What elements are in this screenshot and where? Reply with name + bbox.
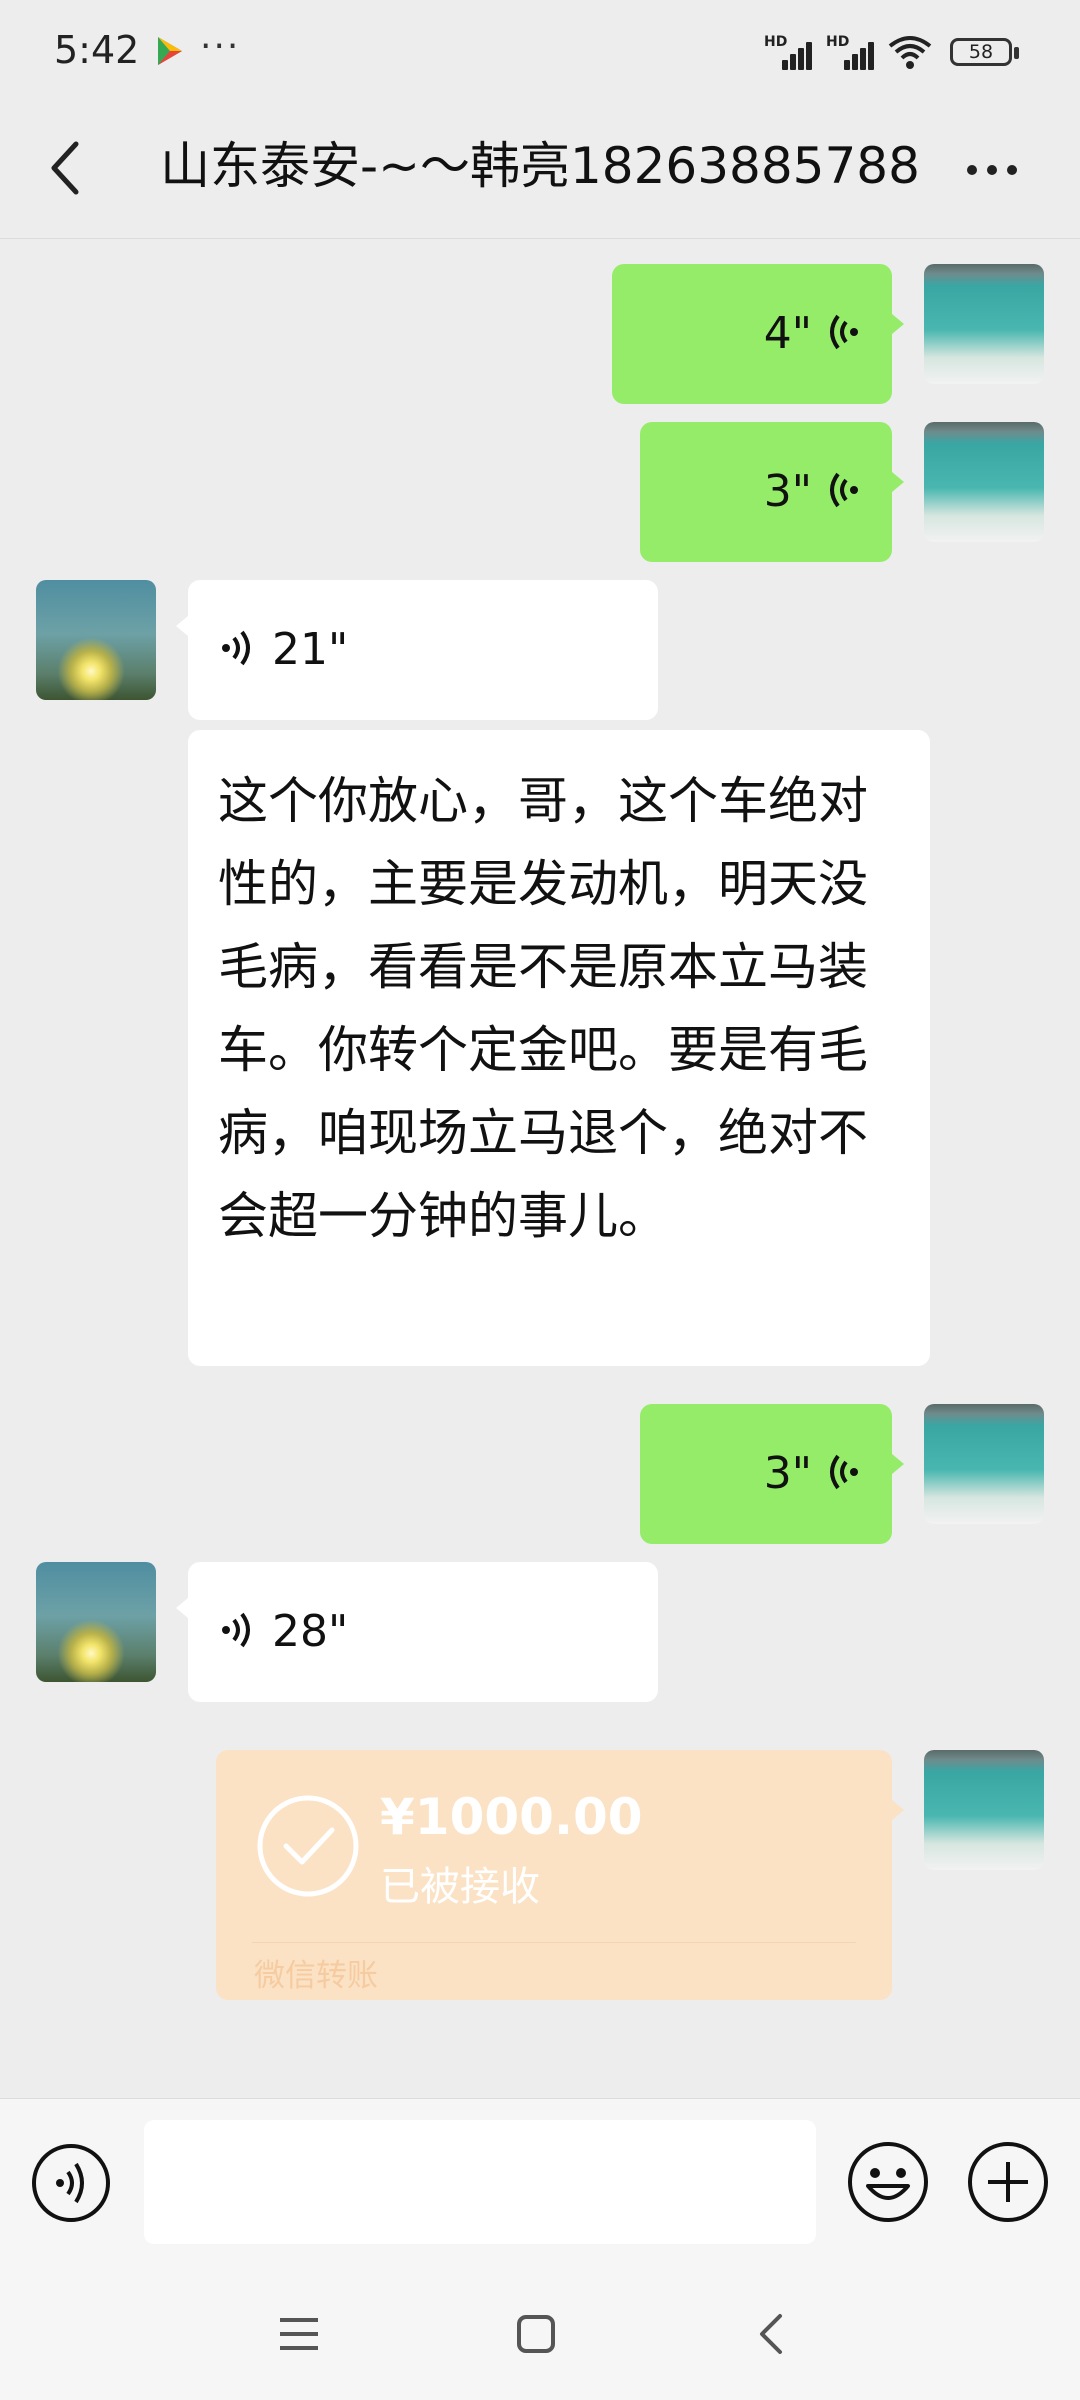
play-store-icon — [152, 34, 186, 68]
status-time: 5:42 — [54, 28, 140, 72]
transfer-amount: ¥1000.00 — [380, 1788, 643, 1846]
my-avatar[interactable] — [924, 264, 1044, 384]
voice-duration: 3" — [763, 1448, 812, 1499]
voice-duration: 4" — [763, 308, 812, 359]
transfer-status: 已被接收 — [380, 1864, 540, 1910]
voice-toggle-icon[interactable] — [30, 2142, 112, 2224]
voice-message-outgoing[interactable]: 4" — [612, 264, 892, 404]
signal-1-label: HD — [764, 34, 788, 50]
my-avatar[interactable] — [924, 1750, 1044, 1870]
voice-message-outgoing[interactable]: 3" — [640, 422, 892, 562]
voice-wave-icon — [826, 312, 866, 352]
my-avatar[interactable] — [924, 422, 1044, 542]
voice-duration: 3" — [763, 466, 812, 517]
nav-home-icon[interactable] — [516, 2314, 556, 2354]
emoji-icon[interactable] — [846, 2140, 930, 2224]
signal-1-icon: HD — [764, 34, 818, 70]
plus-icon[interactable] — [966, 2140, 1050, 2224]
more-icon[interactable] — [962, 140, 1022, 200]
voice-message-incoming[interactable]: 28" — [188, 1562, 658, 1702]
voice-wave-icon — [214, 628, 254, 668]
contact-avatar[interactable] — [36, 580, 156, 700]
voice-wave-icon — [826, 1452, 866, 1492]
bubble-tail — [176, 616, 188, 636]
bubble-tail — [892, 1800, 904, 1820]
bubble-tail — [892, 472, 904, 492]
message-input[interactable] — [144, 2120, 816, 2244]
wifi-icon — [888, 34, 932, 70]
bubble-tail — [892, 314, 904, 334]
transfer-card[interactable]: ¥1000.00 已被接收 微信转账 — [216, 1750, 892, 2000]
text-message-incoming[interactable]: 这个你放心，哥，这个车绝对性的，主要是发动机，明天没毛病，看看是不是原本立马装车… — [188, 730, 930, 1366]
back-icon[interactable] — [44, 138, 88, 198]
nav-menu-icon[interactable] — [278, 2314, 320, 2354]
transfer-divider — [252, 1942, 856, 1943]
voice-wave-icon — [826, 470, 866, 510]
battery-icon: 58 — [950, 38, 1012, 66]
header-divider — [0, 238, 1080, 239]
voice-message-incoming[interactable]: 21" — [188, 580, 658, 720]
check-circle-icon — [256, 1794, 360, 1898]
bubble-tail — [176, 1598, 188, 1618]
my-avatar[interactable] — [924, 1404, 1044, 1524]
chat-title: 山东泰安-~～韩亮18263885788 — [160, 137, 920, 195]
transfer-label: 微信转账 — [254, 1958, 378, 1994]
bubble-tail — [892, 1454, 904, 1474]
voice-message-outgoing[interactable]: 3" — [640, 1404, 892, 1544]
voice-wave-icon — [214, 1610, 254, 1650]
nav-back-icon[interactable] — [756, 2312, 784, 2356]
signal-2-label: HD — [826, 34, 850, 50]
battery-nub — [1014, 47, 1019, 59]
contact-avatar[interactable] — [36, 1562, 156, 1682]
voice-duration: 28" — [272, 1606, 349, 1657]
status-more-dots: ··· — [200, 26, 241, 67]
signal-2-icon: HD — [826, 34, 880, 70]
voice-duration: 21" — [272, 624, 349, 675]
battery-level: 58 — [968, 41, 994, 63]
